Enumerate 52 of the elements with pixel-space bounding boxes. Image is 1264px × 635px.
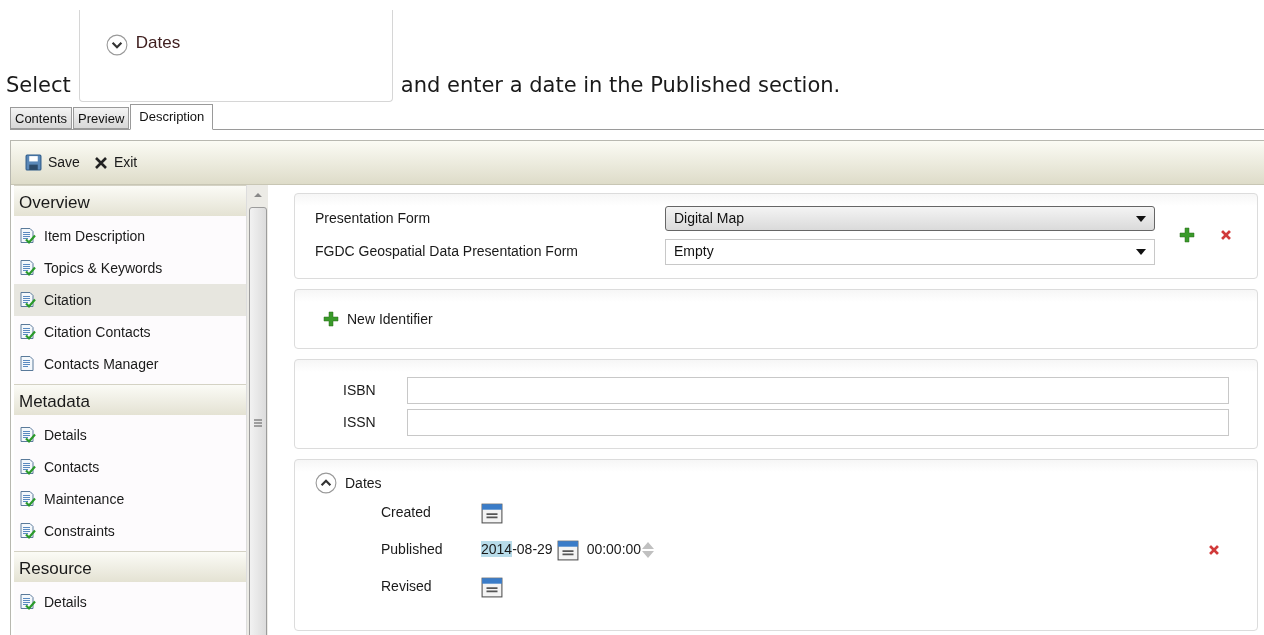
sidebar-item[interactable]: Contacts Manager <box>14 348 246 380</box>
tab[interactable]: Contents <box>10 107 73 129</box>
scroll-up-icon[interactable] <box>252 191 263 199</box>
calendar-icon[interactable] <box>556 538 579 561</box>
sidebar-item[interactable]: Citation <box>14 284 246 316</box>
sidebar-item[interactable]: Citation Contacts <box>14 316 246 348</box>
close-icon <box>93 155 108 170</box>
group-header: Resource <box>14 551 246 582</box>
sidebar-item[interactable]: Details <box>14 419 246 451</box>
section-title: Dates <box>135 34 181 51</box>
input-field[interactable] <box>407 408 1229 436</box>
plus-icon[interactable] <box>323 311 339 327</box>
field-label: ISBN <box>343 380 377 400</box>
group-header: Metadata <box>14 384 246 415</box>
date-label: Published <box>381 540 444 559</box>
add-icon[interactable] <box>1179 227 1195 243</box>
group-header: Overview <box>14 185 246 216</box>
sidebar-item[interactable]: Constraints <box>14 515 246 547</box>
toolbar-button[interactable]: Save <box>25 152 80 173</box>
sidebar-item[interactable]: Contacts <box>14 451 246 483</box>
field-label: FGDC Geospatial Data Presentation Form <box>315 242 579 261</box>
caret-icon <box>1136 215 1146 222</box>
dropdown[interactable]: Empty <box>665 238 1155 265</box>
calendar-icon[interactable] <box>481 501 503 524</box>
sidebar-item[interactable]: Maintenance <box>14 483 246 515</box>
toolbar-button[interactable]: Exit <box>93 152 138 173</box>
sidebar-item[interactable]: Item Description <box>14 220 246 252</box>
instruction-text: Select <box>6 75 71 96</box>
calendar-icon[interactable] <box>481 575 503 598</box>
expand-icon[interactable] <box>105 34 128 56</box>
grip-icon <box>253 419 262 428</box>
sidebar-item[interactable]: Details <box>14 586 246 618</box>
date-label: Created <box>381 503 432 522</box>
instruction-text: and enter a date in the Published section. <box>400 75 841 96</box>
delete-icon[interactable] <box>1219 228 1233 242</box>
delete-icon[interactable] <box>1207 542 1221 557</box>
date-label: Revised <box>381 577 433 596</box>
sidebar-item[interactable]: Topics & Keywords <box>14 252 246 284</box>
collapse-icon[interactable] <box>315 472 337 494</box>
dropdown[interactable]: Digital Map <box>665 206 1155 231</box>
section-title: Dates <box>345 473 382 493</box>
tab[interactable]: Preview <box>73 107 130 129</box>
tab[interactable]: Description <box>130 104 214 130</box>
input-field[interactable] <box>407 376 1229 404</box>
save-icon <box>25 154 42 171</box>
time-field[interactable]: 00:00:00 <box>586 539 642 560</box>
caret-icon <box>1136 248 1146 255</box>
date-field[interactable]: 2014-08-29 <box>481 539 553 560</box>
scrollbar[interactable] <box>246 185 268 635</box>
new-identifier-button[interactable]: New Identifier <box>323 308 433 330</box>
field-label: Presentation Form <box>315 209 432 228</box>
field-label: ISSN <box>343 412 377 432</box>
